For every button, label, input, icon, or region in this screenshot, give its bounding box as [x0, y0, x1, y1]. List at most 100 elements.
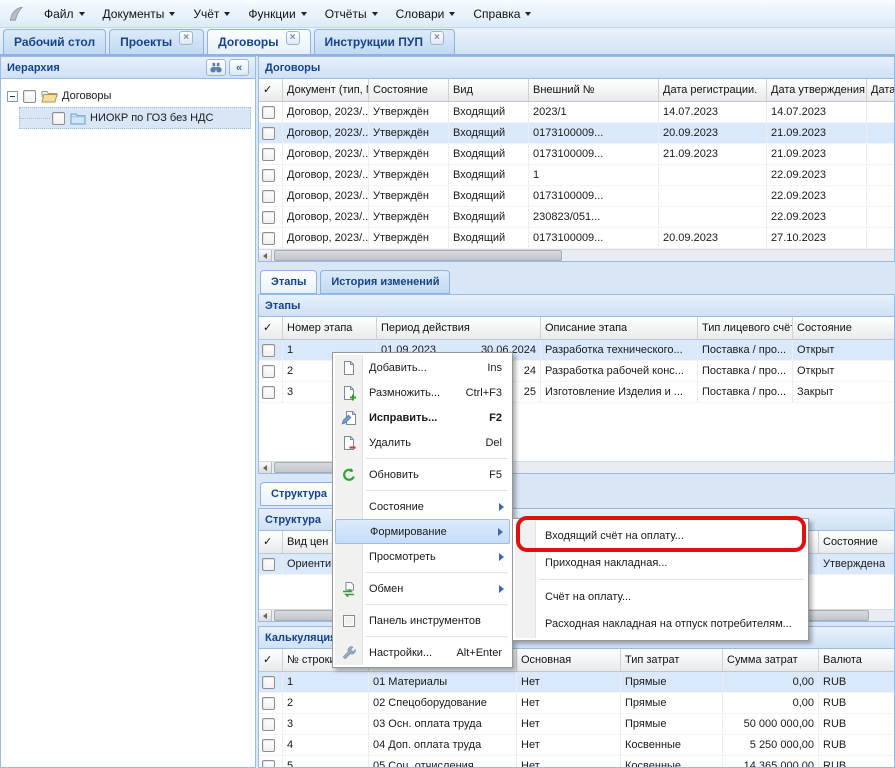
table-row[interactable]: Договор, 2023/... Утверждён Входящий 017… [259, 228, 894, 249]
table-row-selected[interactable]: Договор, 2023/... Утверждён Входящий 017… [259, 123, 894, 144]
column-approve-date[interactable]: Дата утверждения [767, 79, 867, 101]
checkbox-cell [259, 382, 283, 403]
column-state[interactable]: Состояние [819, 531, 895, 553]
row-checkbox[interactable] [262, 760, 275, 768]
tab-desktop[interactable]: Рабочий стол [3, 29, 106, 54]
collapse-node-icon[interactable] [7, 91, 18, 102]
menu-item-label: Счёт на оплату... [545, 591, 631, 603]
column-document[interactable]: Документ (тип, № [283, 79, 369, 101]
close-icon[interactable]: × [430, 31, 444, 45]
table-row[interactable]: Договор, 2023/... Утверждён Входящий 202… [259, 102, 894, 123]
search-button[interactable] [206, 59, 226, 76]
column-description[interactable]: Описание этапа [541, 317, 698, 339]
table-row[interactable]: Договор, 2023/... Утверждён Входящий 230… [259, 207, 894, 228]
menu-reports[interactable]: Отчёты [316, 3, 387, 25]
table-row[interactable]: 3 03 Осн. оплата труда Нет Прямые 50 000… [259, 714, 894, 735]
row-checkbox[interactable] [262, 697, 275, 710]
row-checkbox[interactable] [262, 169, 275, 182]
tab-structure[interactable]: Структура [260, 482, 338, 506]
menu-documents[interactable]: Документы [94, 3, 185, 25]
node-checkbox[interactable] [52, 112, 65, 125]
column-account-type[interactable]: Тип лицевого счёт [698, 317, 793, 339]
column-check[interactable]: ✓ [259, 79, 283, 101]
row-checkbox[interactable] [262, 127, 275, 140]
menu-accounting[interactable]: Учёт [184, 3, 239, 25]
menu-item-duplicate[interactable]: Размножить... Ctrl+F3 [335, 380, 510, 405]
row-checkbox[interactable] [262, 558, 275, 571]
scrollbar-thumb[interactable] [274, 250, 562, 261]
submenu-item-incoming-invoice[interactable]: Входящий счёт на оплату... [515, 522, 806, 549]
column-date[interactable]: Дата [867, 79, 895, 101]
row-checkbox[interactable] [262, 148, 275, 161]
menu-item-edit[interactable]: Исправить... F2 [335, 405, 510, 430]
menu-item-exchange[interactable]: Обмен [335, 576, 510, 601]
close-icon[interactable]: × [286, 31, 300, 45]
table-row[interactable]: 4 04 Доп. оплата труда Нет Косвенные 5 2… [259, 735, 894, 756]
tab-projects[interactable]: Проекты× [109, 29, 204, 54]
menu-separator [366, 636, 508, 637]
column-state[interactable]: Состояние [369, 79, 449, 101]
collapse-panel-button[interactable]: « [229, 59, 249, 76]
node-checkbox[interactable] [23, 90, 36, 103]
row-checkbox[interactable] [262, 676, 275, 689]
tree-node-contracts[interactable]: Договоры [5, 85, 251, 107]
submenu-item-invoice[interactable]: Счёт на оплату... [515, 583, 806, 610]
menu-item-delete[interactable]: Удалить Del [335, 430, 510, 455]
menu-item-view[interactable]: Просмотреть [335, 544, 510, 569]
menu-item-settings[interactable]: Настройки... Alt+Enter [335, 640, 510, 665]
menu-item-forming[interactable]: Формирование [335, 519, 510, 544]
tree-node-niokr[interactable]: НИОКР по ГОЗ без НДС [19, 107, 251, 129]
menu-item-refresh[interactable]: Обновить F5 [335, 462, 510, 487]
column-external-no[interactable]: Внешний № [529, 79, 659, 101]
column-main[interactable]: Основная [517, 649, 621, 671]
menu-item-toolbar[interactable]: Панель инструментов [335, 608, 510, 633]
row-checkbox[interactable] [262, 386, 275, 399]
scroll-left-button[interactable] [259, 462, 272, 473]
scroll-left-button[interactable] [259, 610, 272, 621]
horizontal-scrollbar[interactable] [259, 249, 894, 261]
close-icon[interactable]: × [179, 31, 193, 45]
menu-help[interactable]: Справка [464, 3, 540, 25]
table-row[interactable]: 5 05 Соц. отчисления Нет Косвенные 14 36… [259, 756, 894, 768]
menu-file[interactable]: Файл [35, 3, 94, 25]
column-reg-date[interactable]: Дата регистрации. [659, 79, 767, 101]
column-kind[interactable]: Вид [449, 79, 529, 101]
tab-history[interactable]: История изменений [320, 270, 450, 294]
checkbox-cell [259, 714, 283, 735]
column-currency[interactable]: Валюта [819, 649, 895, 671]
column-cost-sum[interactable]: Сумма затрат [723, 649, 819, 671]
column-cost-type[interactable]: Тип затрат [621, 649, 723, 671]
cell-external-no: 0173100009... [529, 186, 659, 207]
submenu-item-outgoing-waybill[interactable]: Расходная накладная на отпуск потребител… [515, 610, 806, 637]
tab-instructions[interactable]: Инструкции ПУП× [314, 29, 455, 54]
scroll-left-button[interactable] [259, 250, 272, 261]
row-checkbox[interactable] [262, 232, 275, 245]
menu-item-state[interactable]: Состояние [335, 494, 510, 519]
table-row[interactable]: Договор, 2023/... Утверждён Входящий 1 2… [259, 165, 894, 186]
menu-functions[interactable]: Функции [239, 3, 315, 25]
table-row-selected[interactable]: 1 01 Материалы Нет Прямые 0,00 RUB [259, 672, 894, 693]
column-check[interactable]: ✓ [259, 649, 283, 671]
tab-contracts[interactable]: Договоры× [207, 29, 310, 54]
column-stage-no[interactable]: Номер этапа [283, 317, 377, 339]
tab-stages[interactable]: Этапы [260, 270, 317, 294]
column-state[interactable]: Состояние [793, 317, 895, 339]
column-period[interactable]: Период действия [377, 317, 541, 339]
row-checkbox[interactable] [262, 365, 275, 378]
row-checkbox[interactable] [262, 739, 275, 752]
row-checkbox[interactable] [262, 190, 275, 203]
row-checkbox[interactable] [262, 211, 275, 224]
menu-item-add[interactable]: Добавить... Ins [335, 355, 510, 380]
tree-connector [20, 118, 50, 119]
row-checkbox[interactable] [262, 106, 275, 119]
table-row[interactable]: Договор, 2023/... Утверждён Входящий 017… [259, 186, 894, 207]
table-row[interactable]: 2 02 Спецоборудование Нет Прямые 0,00 RU… [259, 693, 894, 714]
column-check[interactable]: ✓ [259, 317, 283, 339]
submenu-item-incoming-waybill[interactable]: Приходная накладная... [515, 549, 806, 576]
row-checkbox[interactable] [262, 718, 275, 731]
table-row[interactable]: Договор, 2023/... Утверждён Входящий 017… [259, 144, 894, 165]
menu-dictionaries[interactable]: Словари [387, 3, 465, 25]
cell-kind: Входящий [449, 165, 529, 186]
column-check[interactable]: ✓ [259, 531, 283, 553]
row-checkbox[interactable] [262, 344, 275, 357]
